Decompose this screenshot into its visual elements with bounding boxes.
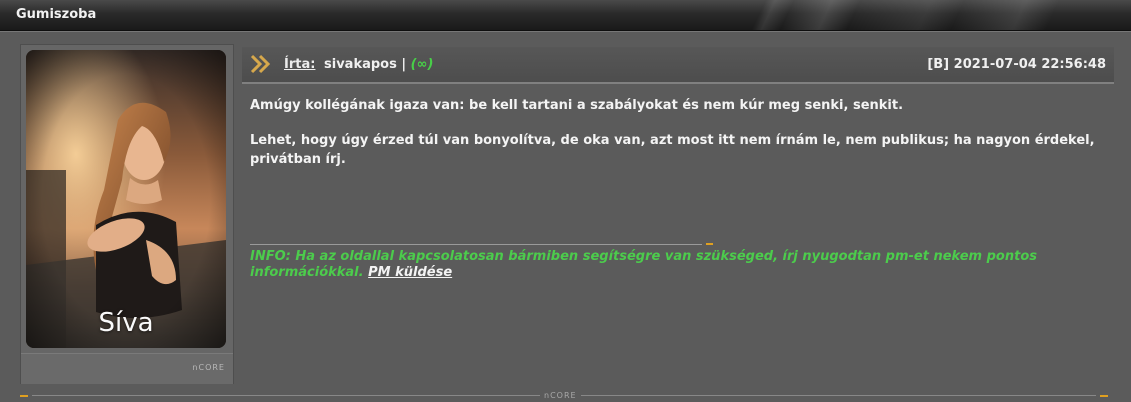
avatar[interactable]: Síva xyxy=(26,50,226,348)
author-name[interactable]: sivakapos xyxy=(324,57,397,72)
footer-accent-left xyxy=(20,395,28,397)
rank-close: ) xyxy=(427,57,434,72)
rank-badge: (∞) xyxy=(411,57,434,72)
avatar-brand-label: nCORE xyxy=(192,363,225,372)
signature-divider-accent xyxy=(706,243,713,245)
topic-title: Gumiszoba xyxy=(16,7,97,22)
author-line: sivakapos | (∞) xyxy=(324,57,433,72)
signature-divider xyxy=(250,244,702,245)
signature: INFO: Ha az oldallal kapcsolatosan bármi… xyxy=(250,249,1110,281)
post-timestamp: [B] 2021-07-04 22:56:48 xyxy=(927,57,1106,72)
post-header: Írta: sivakapos | (∞) [B] 2021-07-04 22:… xyxy=(242,47,1114,84)
avatar-footer: nCORE xyxy=(21,353,233,384)
post-paragraph: Lehet, hogy úgy érzed túl van bonyolítva… xyxy=(250,133,1095,167)
post-paragraph: Amúgy kollégának igaza van: be kell tart… xyxy=(250,98,904,113)
post-panel: Síva nCORE Írta: sivakapos | (∞) [B] 202… xyxy=(0,31,1131,402)
footer-accent-right xyxy=(1100,395,1108,397)
written-by-label[interactable]: Írta: xyxy=(284,57,315,72)
footer-brand: nCORE xyxy=(540,391,581,400)
infinity-icon: ∞ xyxy=(416,57,428,72)
separator: | xyxy=(401,57,407,72)
author-sidebar: Síva nCORE xyxy=(20,44,234,384)
send-pm-link[interactable]: PM küldése xyxy=(368,265,452,280)
post-body: Amúgy kollégának igaza van: be kell tart… xyxy=(250,96,1110,185)
avatar-image xyxy=(26,50,226,348)
topic-title-bar: Gumiszoba xyxy=(0,0,1131,31)
double-chevron-right-icon xyxy=(250,54,271,74)
avatar-caption: Síva xyxy=(98,308,154,338)
